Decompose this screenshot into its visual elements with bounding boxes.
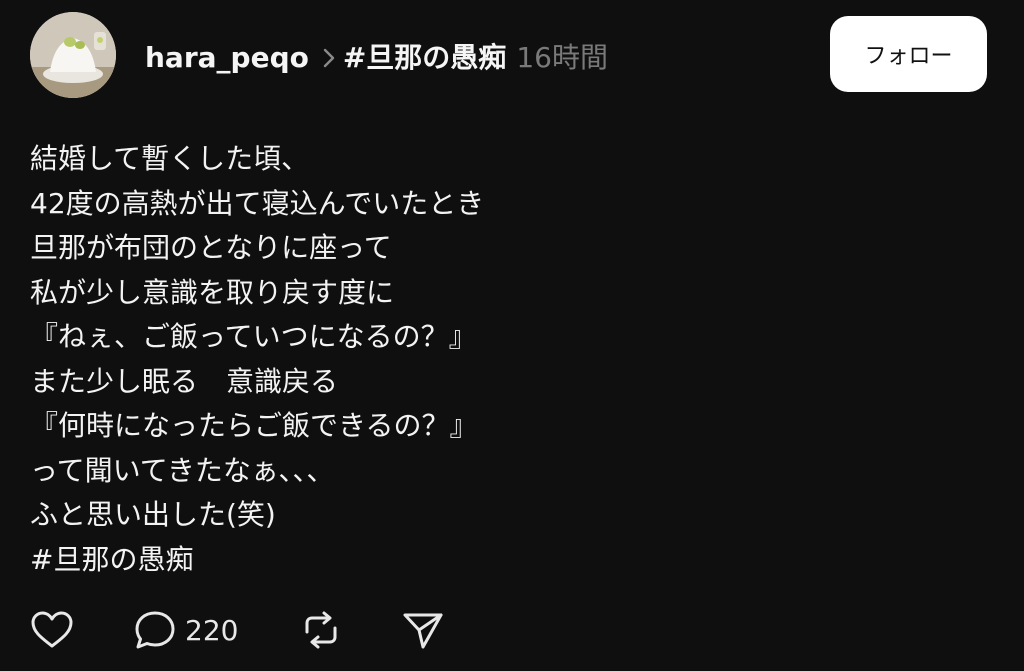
comment-button[interactable]: 220 (133, 610, 238, 650)
post-text-line: って聞いてきたなぁ、、、 (30, 453, 335, 487)
topic-hashtag[interactable]: #旦那の愚痴 (343, 36, 506, 80)
avatar[interactable] (30, 12, 116, 98)
post-text-line: 『ねぇ、ご飯っていつになるの？』 (30, 320, 477, 353)
post-timestamp: 16時間 (516, 41, 608, 74)
share-button[interactable] (401, 610, 445, 650)
comment-count: 220 (185, 613, 239, 647)
like-button[interactable] (30, 610, 74, 650)
username[interactable]: hara_peqo (145, 36, 309, 80)
post-text-line: 42度の高熱が出て寝込んでいたとき (30, 186, 485, 220)
post-text-line: 『何時になったらご飯できるの？』 (30, 409, 478, 442)
heart-icon (31, 611, 73, 648)
repost-button[interactable] (299, 610, 343, 650)
post-text-line: また少し眠る 意識戻る (30, 364, 339, 398)
post-text-line: 私が少し意識を取り戻す度に (30, 275, 395, 309)
chevron-right-icon (323, 48, 335, 68)
avatar-image (30, 12, 116, 98)
post-hashtag-link[interactable]: #旦那の愚痴 (30, 538, 930, 583)
post-text-line: 旦那が布団のとなりに座って (30, 231, 392, 264)
post-body: 結婚して暫くした頃、 42度の高熱が出て寝込んでいたとき 旦那が布団のとなりに座… (30, 137, 930, 582)
post-text-line: ふと思い出した(笑) (30, 498, 276, 531)
post-text-line: 結婚して暫くした頃、 (30, 142, 310, 175)
repost-icon (305, 611, 337, 649)
post-header: hara_peqo #旦那の愚痴 16時間 (145, 36, 608, 80)
send-icon (403, 613, 443, 649)
follow-button[interactable]: フォロー (830, 16, 987, 92)
comment-bubble-icon (135, 611, 175, 649)
